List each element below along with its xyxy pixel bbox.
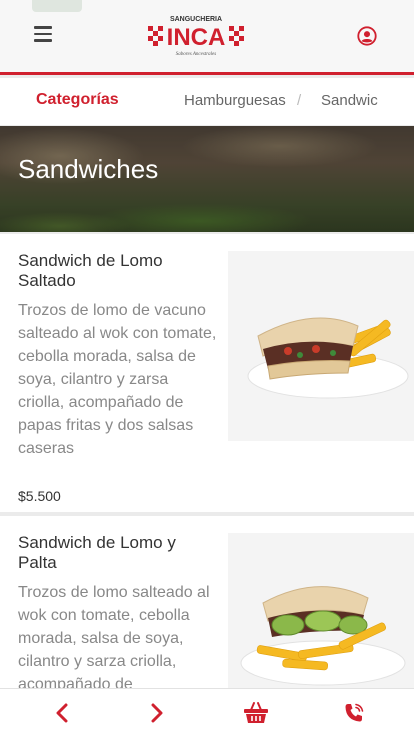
banner-title: Sandwiches [18, 154, 159, 184]
product-name[interactable]: Sandwich de Lomo Saltado [18, 251, 218, 291]
category-banner: Sandwiches [0, 126, 414, 232]
user-account-icon[interactable] [356, 25, 378, 47]
product-card[interactable]: Sandwich de Lomo y Palta Trozos de lomo … [0, 516, 414, 693]
hamburger-menu-icon[interactable] [34, 26, 56, 44]
top-header: SANGUCHERIA INCA Sabores Ancestrales [0, 0, 414, 75]
product-price: $5.500 [18, 488, 61, 504]
product-photo[interactable] [228, 533, 414, 688]
app-page: SANGUCHERIA INCA Sabores Ancestrales Cat… [0, 0, 414, 736]
bottom-navigation [0, 688, 414, 736]
logo-top-text: SANGUCHERIA [170, 16, 222, 23]
product-description: Trozos de lomo salteado al wok con tomat… [18, 584, 210, 693]
category-item-hamburguesas[interactable]: Hamburguesas [184, 92, 286, 109]
category-item-sandwiches[interactable]: Sandwic [321, 92, 378, 109]
logo-main-text: INCA [167, 24, 226, 51]
chevron-right-icon[interactable] [143, 699, 171, 727]
category-bar: Categorías Hamburguesas / Sandwic [0, 78, 414, 125]
product-description: Trozos de lomo de vacuno salteado al wok… [18, 302, 217, 457]
categories-title[interactable]: Categorías [36, 91, 119, 109]
logo[interactable]: SANGUCHERIA INCA Sabores Ancestrales [146, 12, 246, 60]
header-tab-decoration [32, 0, 82, 12]
basket-icon[interactable] [242, 699, 270, 727]
category-separator: / [297, 92, 302, 109]
product-photo[interactable] [228, 251, 414, 441]
product-card[interactable]: Sandwich de Lomo Saltado Trozos de lomo … [0, 234, 414, 512]
phone-icon[interactable] [340, 699, 368, 727]
product-name[interactable]: Sandwich de Lomo y Palta [18, 533, 218, 573]
logo-sub-text: Sabores Ancestrales [176, 52, 216, 57]
chevron-left-icon[interactable] [48, 699, 76, 727]
